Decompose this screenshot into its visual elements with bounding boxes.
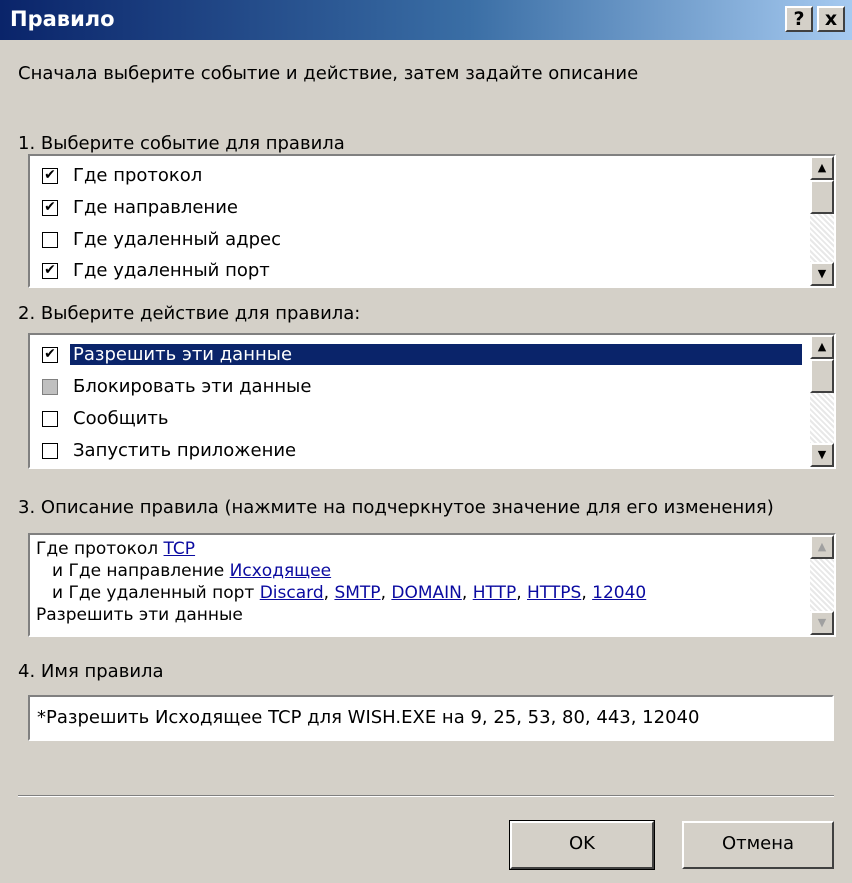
list-item-label: Блокировать эти данные <box>73 376 312 397</box>
checkbox[interactable] <box>42 443 58 459</box>
scroll-down-icon[interactable]: ▼ <box>810 443 834 467</box>
port-link[interactable]: HTTPS <box>527 583 581 603</box>
scroll-thumb[interactable] <box>810 180 834 214</box>
port-separator: , <box>323 583 330 603</box>
list-item[interactable]: ✔ Где протокол <box>34 162 802 190</box>
scroll-down-icon[interactable]: ▼ <box>810 262 834 286</box>
list-item[interactable]: ✔ Где удаленный порт <box>34 257 802 285</box>
list-item[interactable]: Блокировать эти данные <box>34 373 802 401</box>
events-list: ✔ Где протокол ✔ Где направление Где уда… <box>30 156 808 286</box>
title-bar: Правило ? x <box>0 0 852 40</box>
port-separator: , <box>380 583 386 603</box>
rule-dialog: Правило ? x Сначала выберите событие и д… <box>0 0 852 883</box>
description-line: и Где удаленный порт Discard, SMTP, DOMA… <box>52 583 646 603</box>
instruction-text: Сначала выберите событие и действие, зат… <box>18 63 639 84</box>
port-link[interactable]: DOMAIN <box>391 583 462 603</box>
list-item[interactable]: Сообщить <box>34 405 802 433</box>
list-item[interactable]: ✔ Разрешить эти данные <box>34 341 802 369</box>
checkbox[interactable] <box>42 411 58 427</box>
divider <box>18 795 834 797</box>
checkbox[interactable] <box>42 232 58 248</box>
scroll-thumb[interactable] <box>810 359 834 393</box>
port-link[interactable]: Discard <box>260 583 324 603</box>
rule-name-field[interactable]: *Разрешить Исходящее TCP для WISH.EXE на… <box>28 695 834 741</box>
list-item-label: Где удаленный адрес <box>73 229 281 250</box>
checkbox[interactable]: ✔ <box>42 263 58 279</box>
list-item[interactable]: ✔ Где направление <box>34 194 802 222</box>
close-button[interactable]: x <box>817 6 845 32</box>
description-scrollbar[interactable]: ▲ ▼ <box>810 535 834 635</box>
cancel-button[interactable]: Отмена <box>682 821 834 869</box>
scroll-up-icon[interactable]: ▲ <box>810 535 834 559</box>
actions-scrollbar[interactable]: ▲ ▼ <box>810 335 834 467</box>
list-item[interactable]: Где удаленный адрес <box>34 226 802 254</box>
events-section-label: 1. Выберите событие для правила <box>18 133 345 154</box>
actions-list: ✔ Разрешить эти данные Блокировать эти д… <box>30 335 808 467</box>
port-separator: , <box>516 583 522 603</box>
help-button[interactable]: ? <box>785 6 813 32</box>
list-item-label: Где направление <box>73 197 238 218</box>
actions-listbox[interactable]: ✔ Разрешить эти данные Блокировать эти д… <box>28 333 836 469</box>
list-item-label: Разрешить эти данные <box>70 344 802 365</box>
list-item-label: Где протокол <box>73 165 203 186</box>
port-separator: , <box>461 583 468 603</box>
name-section-label: 4. Имя правила <box>18 661 164 682</box>
direction-link[interactable]: Исходящее <box>230 561 331 581</box>
window-title: Правило <box>10 7 115 31</box>
actions-section-label: 2. Выберите действие для правила: <box>18 303 361 324</box>
description-box: Где протокол TCP и Где направление Исход… <box>28 533 836 637</box>
events-scrollbar[interactable]: ▲ ▼ <box>810 156 834 286</box>
description-text: и Где направление <box>52 561 230 581</box>
checkbox[interactable]: ✔ <box>42 200 58 216</box>
port-link[interactable]: SMTP <box>334 583 380 603</box>
list-item-label: Сообщить <box>73 408 169 429</box>
description-action-text: Разрешить эти данные <box>36 605 243 625</box>
protocol-link[interactable]: TCP <box>164 539 196 559</box>
checkbox[interactable]: ✔ <box>42 347 58 363</box>
scroll-up-icon[interactable]: ▲ <box>810 156 834 180</box>
list-item-label: Где удаленный порт <box>73 260 270 281</box>
checkbox[interactable]: ✔ <box>42 168 58 184</box>
scroll-down-icon[interactable]: ▼ <box>810 611 834 635</box>
list-item-label: Запустить приложение <box>73 440 297 461</box>
port-link[interactable]: 12040 <box>592 583 646 603</box>
description-text: Где протокол <box>36 539 164 559</box>
scroll-up-icon[interactable]: ▲ <box>810 335 834 359</box>
port-link[interactable]: HTTP <box>473 583 517 603</box>
description-line: и Где направление Исходящее <box>52 561 331 581</box>
description-text: и Где удаленный порт <box>52 583 260 603</box>
description-section-label: 3. Описание правила (нажмите на подчеркн… <box>18 497 774 518</box>
checkbox[interactable] <box>42 379 58 395</box>
port-separator: , <box>581 583 587 603</box>
description-line: Где протокол TCP <box>36 539 195 559</box>
ok-button[interactable]: OK <box>509 820 655 870</box>
list-item[interactable]: Запустить приложение <box>34 437 802 465</box>
events-listbox[interactable]: ✔ Где протокол ✔ Где направление Где уда… <box>28 154 836 288</box>
